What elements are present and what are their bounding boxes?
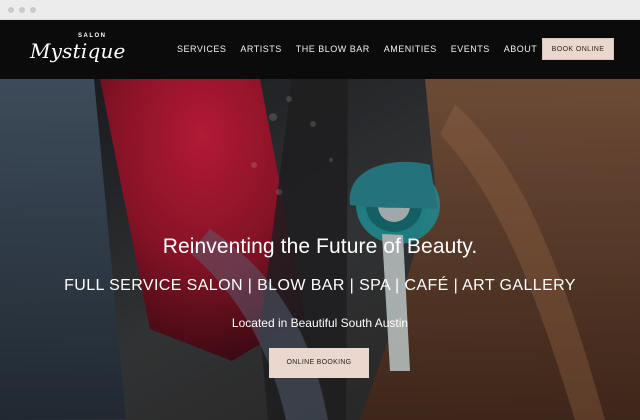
browser-window: SALON Mystique SERVICES ARTISTS THE BLOW… [0, 0, 640, 420]
nav-the-blow-bar[interactable]: THE BLOW BAR [296, 44, 370, 56]
logo-script-text: Mystique [30, 39, 126, 63]
main-navigation: SERVICES ARTISTS THE BLOW BAR AMENITIES … [177, 44, 551, 56]
salon-homepage: SALON Mystique SERVICES ARTISTS THE BLOW… [0, 20, 640, 420]
nav-about[interactable]: ABOUT [504, 44, 538, 56]
hero-headline: Reinventing the Future of Beauty. [162, 235, 478, 258]
nav-services[interactable]: SERVICES [177, 44, 226, 56]
nav-artists[interactable]: ARTISTS [240, 44, 281, 56]
maximize-dot[interactable] [30, 7, 36, 13]
salon-mystique-logo[interactable]: SALON Mystique [30, 28, 125, 72]
hero-services-list: FULL SERVICE SALON | BLOW BAR | SPA | CA… [64, 277, 576, 294]
minimize-dot[interactable] [19, 7, 25, 13]
online-booking-button[interactable]: ONLINE BOOKING [269, 348, 369, 378]
book-online-button[interactable]: BOOK ONLINE [542, 38, 614, 60]
browser-titlebar [0, 0, 640, 20]
hero-section: Reinventing the Future of Beauty. FULL S… [0, 79, 640, 420]
hero-location: Located in Beautiful South Austin [231, 316, 409, 330]
site-header: SALON Mystique SERVICES ARTISTS THE BLOW… [0, 20, 640, 79]
nav-amenities[interactable]: AMENITIES [384, 44, 437, 56]
close-dot[interactable] [8, 7, 14, 13]
nav-events[interactable]: EVENTS [451, 44, 490, 56]
